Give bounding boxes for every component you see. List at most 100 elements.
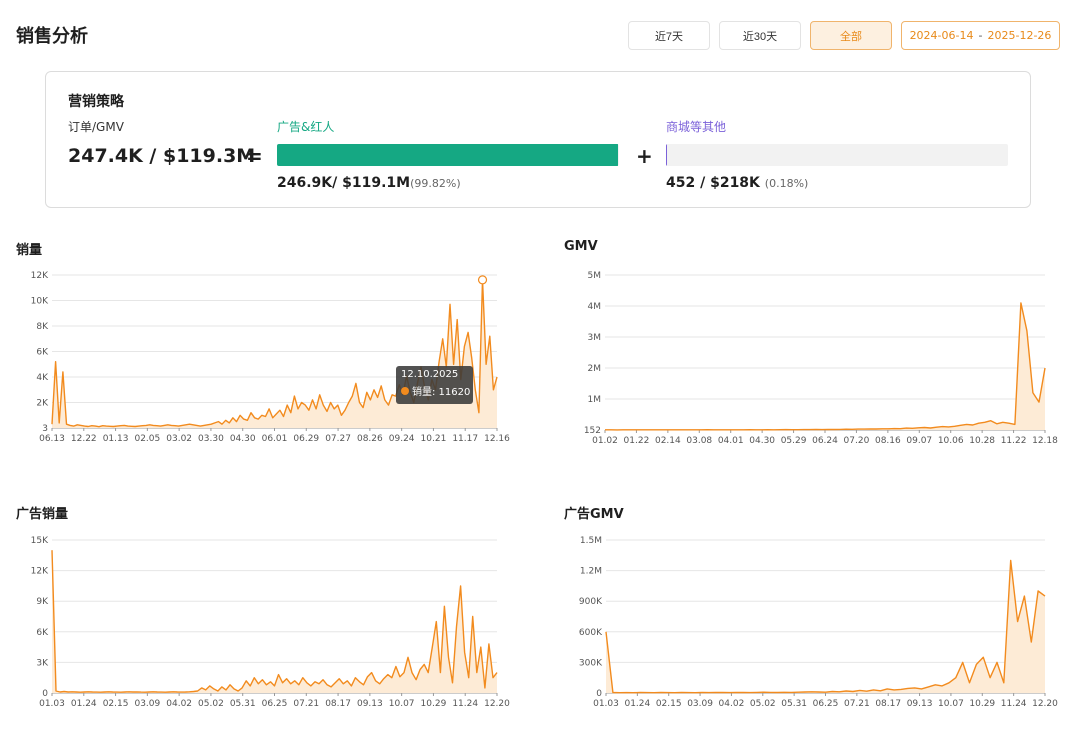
- x-tick-label: 10.06: [938, 436, 964, 446]
- x-tick-label: 10.07: [389, 699, 415, 709]
- y-tick-label: 1.5M: [580, 536, 602, 546]
- x-tick-label: 06.25: [813, 699, 839, 709]
- y-tick-label: 2K: [36, 399, 49, 409]
- ad-influencer-value: 246.9K/ $119.1M(99.82%): [277, 175, 461, 191]
- gmv-chart-title: GMV: [564, 239, 598, 254]
- y-tick-label: 3K: [36, 658, 49, 668]
- all-time-button[interactable]: 全部: [810, 21, 892, 50]
- date-separator: -: [978, 29, 983, 42]
- y-tick-label: 3: [42, 424, 48, 434]
- ad-gmv-chart-title: 广告GMV: [564, 507, 624, 522]
- sales-chart-title: 销量: [16, 243, 43, 258]
- series-area: [606, 560, 1045, 693]
- x-tick-label: 02.15: [656, 699, 682, 709]
- date-start: 2024-06-14: [909, 29, 974, 42]
- x-tick-label: 08.16: [875, 436, 901, 446]
- x-tick-label: 09.07: [906, 436, 932, 446]
- x-tick-label: 03.02: [166, 434, 192, 444]
- date-end: 2025-12-26: [987, 29, 1052, 42]
- x-tick-label: 04.30: [749, 436, 775, 446]
- ad-influencer-value-text: 246.9K/ $119.1M: [277, 175, 411, 191]
- gmv-chart[interactable]: 152 1M 2M 3M 4M 5M 01.02 01.22 02.14 03.08 04.01 04…: [545, 265, 1065, 450]
- x-tick-label: 01.03: [593, 699, 619, 709]
- x-tick-label: 03.09: [134, 699, 160, 709]
- x-tick-label: 01.24: [71, 699, 97, 709]
- mall-other-bar-fill: [666, 144, 668, 166]
- mall-other-value: 452 / $218K (0.18%): [666, 175, 808, 191]
- x-tick-label: 01.02: [592, 436, 618, 446]
- x-tick-label: 06.13: [39, 434, 65, 444]
- x-tick-label: 12.18: [1032, 436, 1058, 446]
- x-tick-label: 08.26: [357, 434, 383, 444]
- y-tick-label: 12K: [31, 271, 49, 281]
- x-tick-label: 07.27: [325, 434, 351, 444]
- y-tick-label: 5M: [588, 271, 602, 281]
- x-tick-label: 04.01: [718, 436, 744, 446]
- y-tick-label: 1.2M: [580, 567, 602, 577]
- hover-marker: [477, 275, 488, 285]
- y-tick-label: 2M: [588, 364, 602, 374]
- x-tick-label: 05.31: [230, 699, 256, 709]
- series-area: [52, 279, 497, 428]
- tooltip-value: 销量: 11620: [412, 387, 471, 398]
- series-area: [52, 550, 497, 693]
- x-tick-label: 01.03: [39, 699, 65, 709]
- x-tick-label: 06.25: [262, 699, 288, 709]
- marketing-strategy-card: 营销策略 订单/GMV 247.4K / $119.3M = 广告&红人 246…: [45, 71, 1031, 208]
- x-tick-label: 10.21: [421, 434, 447, 444]
- y-tick-label: 4M: [588, 302, 602, 312]
- x-tick-label: 11.17: [452, 434, 478, 444]
- x-tick-label: 02.14: [655, 436, 681, 446]
- y-tick-label: 600K: [579, 628, 603, 638]
- y-tick-label: 0: [596, 689, 602, 699]
- x-tick-label: 04.02: [719, 699, 745, 709]
- tooltip-row: 销量: 11620: [401, 383, 473, 398]
- total-orders-gmv: 247.4K / $119.3M: [68, 145, 256, 167]
- ad-influencer-bar-fill: [277, 144, 619, 166]
- y-tick-label: 900K: [579, 597, 603, 607]
- y-tick-label: 10K: [31, 297, 49, 307]
- x-tick-label: 07.21: [844, 699, 870, 709]
- x-tick-label: 07.21: [293, 699, 319, 709]
- strategy-title: 营销策略: [68, 94, 124, 110]
- x-tick-label: 09.13: [907, 699, 933, 709]
- x-tick-label: 02.05: [134, 434, 160, 444]
- x-tick-label: 01.24: [624, 699, 650, 709]
- mall-other-bar: [666, 144, 1008, 166]
- y-tick-label: 152: [584, 426, 601, 436]
- x-tick-label: 09.13: [357, 699, 383, 709]
- x-tick-label: 02.15: [103, 699, 129, 709]
- mall-other-pct: (0.18%): [764, 177, 809, 190]
- x-tick-label: 12.22: [71, 434, 97, 444]
- x-tick-label: 06.01: [262, 434, 288, 444]
- x-tick-label: 11.24: [1001, 699, 1027, 709]
- x-tick-label: 03.09: [687, 699, 713, 709]
- x-tick-label: 10.07: [938, 699, 964, 709]
- last-30-days-button[interactable]: 近30天: [719, 21, 801, 50]
- ad-sales-chart[interactable]: 0 3K 6K 9K 12K 15K 01.03 01.24 02.15 03.09 04.02 05…: [0, 530, 520, 715]
- x-tick-label: 06.24: [812, 436, 838, 446]
- x-tick-label: 12.16: [484, 434, 510, 444]
- x-tick-label: 11.24: [452, 699, 478, 709]
- y-tick-label: 15K: [31, 536, 49, 546]
- page-title: 销售分析: [16, 26, 88, 47]
- x-tick-label: 05.02: [750, 699, 776, 709]
- y-tick-label: 300K: [579, 658, 603, 668]
- ad-gmv-chart[interactable]: 0 300K 600K 900K 1.2M 1.5M 01.03 01.24 02.15 03.0…: [545, 530, 1065, 715]
- y-tick-label: 6K: [36, 348, 49, 358]
- date-range-picker[interactable]: 2024-06-14 - 2025-12-26: [901, 21, 1060, 50]
- last-7-days-button[interactable]: 近7天: [628, 21, 710, 50]
- tooltip-date: 12.10.2025: [401, 369, 459, 380]
- y-tick-label: 6K: [36, 628, 49, 638]
- x-tick-label: 09.24: [389, 434, 415, 444]
- series-area: [605, 302, 1045, 430]
- y-tick-label: 1M: [588, 395, 602, 405]
- x-tick-label: 06.29: [293, 434, 319, 444]
- x-tick-label: 10.29: [421, 699, 447, 709]
- orders-gmv-label: 订单/GMV: [68, 120, 124, 134]
- x-tick-label: 03.30: [198, 434, 224, 444]
- sales-chart[interactable]: 3 2K 4K 6K 8K 10K 12K 06.13 12.22 01.13 02.05 03.02…: [0, 265, 520, 450]
- tooltip-series-dot: [401, 386, 409, 395]
- x-tick-label: 03.08: [686, 436, 712, 446]
- x-tick-label: 05.29: [781, 436, 807, 446]
